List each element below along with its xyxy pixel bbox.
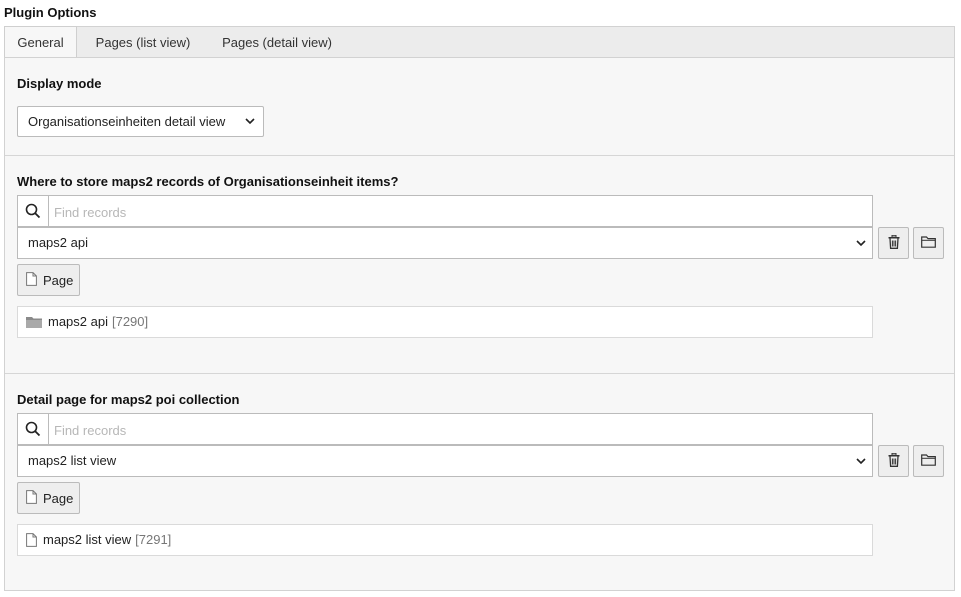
section-divider (5, 373, 954, 374)
detail-page-label: Detail page for maps2 poi collection (17, 392, 240, 407)
storage-page-button[interactable]: Page (17, 264, 80, 296)
storage-page-button-label: Page (43, 272, 74, 288)
detail-page-record-select[interactable]: maps2 list view (17, 445, 873, 477)
storage-selected-value: maps2 api (28, 235, 88, 250)
storage-search-input[interactable] (48, 196, 876, 228)
detail-page-record-title: maps2 list view (43, 532, 132, 547)
page-icon (26, 533, 37, 547)
search-icon (18, 196, 49, 226)
detail-page-record-item[interactable]: maps2 list view [7291] (17, 524, 873, 556)
storage-record-title: maps2 api (48, 314, 108, 329)
detail-page-delete-button[interactable] (878, 445, 909, 477)
page-icon (26, 271, 37, 289)
trash-icon (888, 234, 900, 252)
storage-delete-button[interactable] (878, 227, 909, 259)
tab-pages-detail-view[interactable]: Pages (detail view) (208, 27, 346, 58)
tab-general[interactable]: General (4, 26, 77, 59)
plugin-options-heading: Plugin Options (4, 5, 97, 20)
tab-pages-list-view[interactable]: Pages (list view) (82, 27, 204, 58)
storage-browse-button[interactable] (913, 227, 944, 259)
page-icon (26, 489, 37, 507)
detail-page-page-button[interactable]: Page (17, 482, 80, 514)
storage-record-select[interactable]: maps2 api (17, 227, 873, 259)
display-mode-label: Display mode (17, 76, 102, 91)
section-divider (5, 155, 954, 156)
detail-page-record-uid: [7291] (135, 532, 172, 547)
tab-bar: General Pages (list view) Pages (detail … (4, 26, 955, 59)
storage-record-uid: [7290] (111, 314, 149, 329)
display-mode-value: Organisationseinheiten detail view (28, 114, 226, 129)
search-icon (18, 414, 49, 444)
trash-icon (888, 452, 900, 470)
storage-search-box (17, 195, 876, 228)
detail-page-browse-button[interactable] (913, 445, 944, 477)
storage-record-item[interactable]: maps2 api [7290] (17, 306, 873, 338)
detail-page-page-button-label: Page (43, 490, 74, 506)
detail-page-search-input[interactable] (48, 414, 876, 446)
chevron-down-icon (245, 107, 255, 148)
display-mode-select[interactable]: Organisationseinheiten detail view (17, 106, 264, 137)
detail-page-selected-value: maps2 list view (28, 453, 117, 468)
chevron-down-icon (856, 446, 866, 488)
folder-icon (26, 316, 42, 328)
chevron-down-icon (856, 228, 866, 270)
folder-icon (921, 453, 936, 469)
storage-label: Where to store maps2 records of Organisa… (17, 174, 399, 189)
folder-icon (921, 235, 936, 251)
detail-page-search-box (17, 413, 876, 446)
tab-panel-general: Display mode Organisationseinheiten deta… (4, 57, 955, 591)
